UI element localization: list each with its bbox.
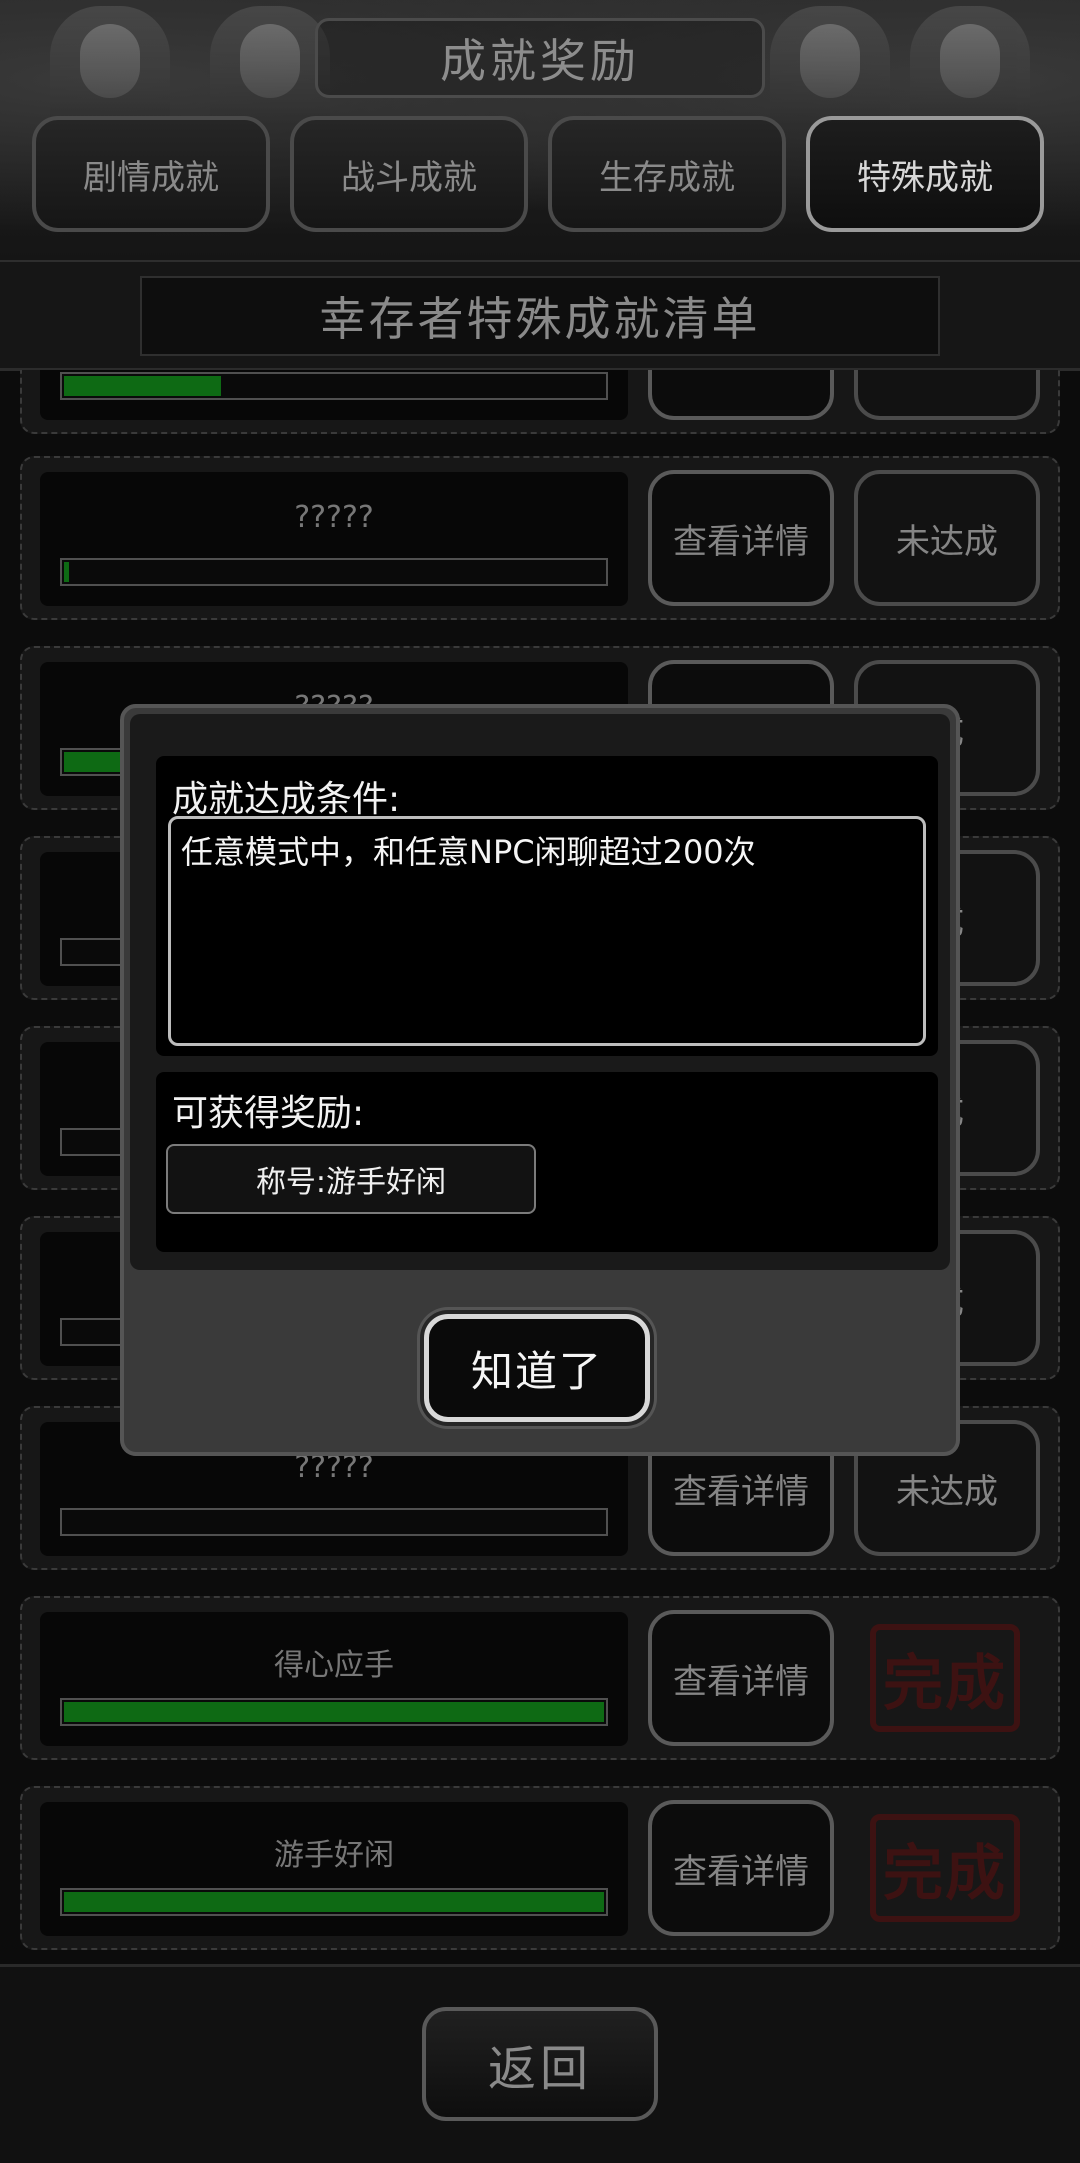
reward-title-item: 称号:游手好闲 [166,1144,536,1214]
view-details-button[interactable]: 查看详情 [648,470,834,606]
dialog-content: 成就达成条件: 任意模式中，和任意NPC闲聊超过200次 可获得奖励: 称号:游… [130,714,950,1270]
subtitle-bar: 幸存者特殊成就清单 [0,262,1080,371]
view-details-button[interactable]: 查看详情 [648,1800,834,1936]
header: 成就奖励 剧情成就 战斗成就 生存成就 特殊成就 [0,0,1080,263]
achievement-row: ????? 查看详情 未达成 [20,456,1060,620]
progress-fill [64,376,221,396]
achievement-row [20,370,1060,434]
achievement-info-panel: ????? [40,472,628,606]
progress-bar [60,1698,608,1726]
progress-bar [60,558,608,586]
achievement-row: 游手好闲 查看详情 完成 [20,1786,1060,1950]
progress-bar [60,1508,608,1536]
status-button [854,370,1040,420]
footer-bar: 返回 [0,1964,1080,2163]
back-button[interactable]: 返回 [422,2007,658,2121]
progress-fill [64,1702,604,1722]
tab-special-achievements[interactable]: 特殊成就 [806,116,1044,232]
achievement-row: 得心应手 查看详情 完成 [20,1596,1060,1760]
list-subtitle: 幸存者特殊成就清单 [140,276,940,356]
progress-fill [64,1892,604,1912]
achievement-detail-dialog: 成就达成条件: 任意模式中，和任意NPC闲聊超过200次 可获得奖励: 称号:游… [120,704,960,1456]
achievement-name: 游手好闲 [274,1838,394,1873]
reward-label: 可获得奖励: [172,1093,365,1134]
progress-fill [64,562,69,582]
view-details-button[interactable] [648,370,834,420]
view-details-button[interactable]: 查看详情 [648,1610,834,1746]
achievement-info-panel: 得心应手 [40,1612,628,1746]
tab-story-achievements[interactable]: 剧情成就 [32,116,270,232]
achievement-info-panel [40,370,628,420]
condition-panel: 成就达成条件: 任意模式中，和任意NPC闲聊超过200次 [156,756,938,1056]
tab-bar: 剧情成就 战斗成就 生存成就 特殊成就 [32,116,1048,236]
progress-bar [60,372,608,400]
completed-stamp: 完成 [870,1624,1020,1732]
achievement-info-panel: 游手好闲 [40,1802,628,1936]
tab-battle-achievements[interactable]: 战斗成就 [290,116,528,232]
condition-label: 成就达成条件: [172,779,401,820]
got-it-button[interactable]: 知道了 [424,1314,650,1422]
achievement-name: ????? [294,500,374,535]
reward-panel: 可获得奖励: 称号:游手好闲 [156,1072,938,1252]
achievement-name: 得心应手 [274,1648,394,1683]
progress-bar [60,1888,608,1916]
page-title: 成就奖励 [315,18,765,98]
condition-text-box: 任意模式中，和任意NPC闲聊超过200次 [168,816,926,1046]
status-button: 未达成 [854,470,1040,606]
completed-stamp: 完成 [870,1814,1020,1922]
tab-survival-achievements[interactable]: 生存成就 [548,116,786,232]
